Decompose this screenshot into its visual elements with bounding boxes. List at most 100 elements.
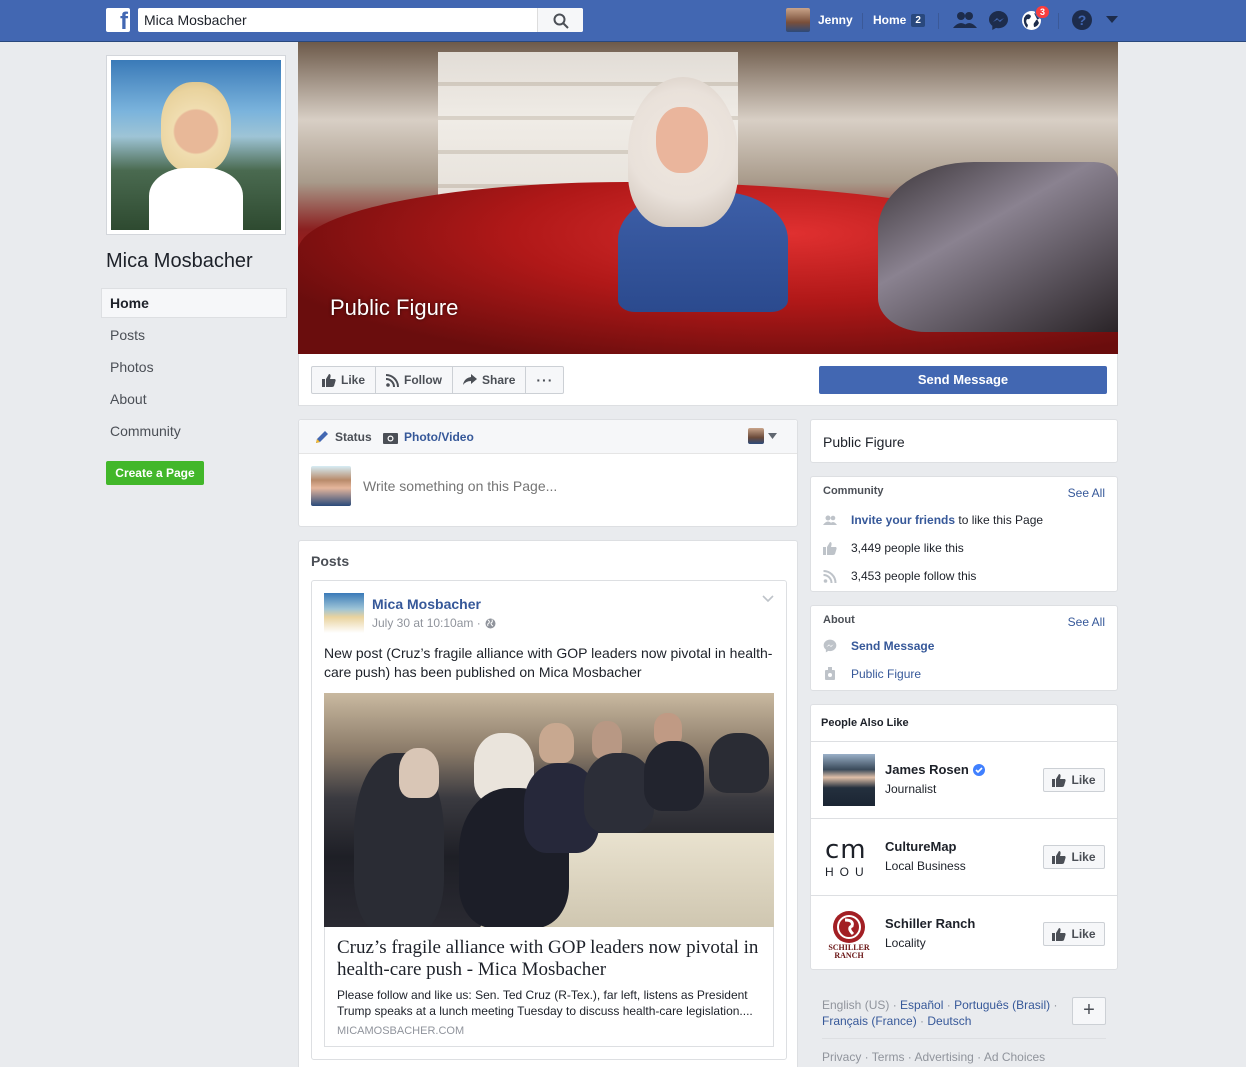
- community-see-all-link[interactable]: See All: [1068, 486, 1105, 500]
- search-box: [138, 8, 583, 32]
- tab-photo-video[interactable]: Photo/Video: [383, 430, 474, 444]
- like-suggested-page-button[interactable]: Like: [1043, 922, 1105, 946]
- left-nav-home[interactable]: Home: [101, 288, 287, 318]
- create-page-button[interactable]: Create a Page: [106, 461, 204, 485]
- post-composer: Status Photo/Video: [298, 419, 798, 527]
- search-icon: [553, 13, 569, 29]
- suggested-page-category: Locality: [885, 936, 926, 950]
- language-link[interactable]: Deutsch: [927, 1014, 971, 1028]
- left-nav-about[interactable]: About: [101, 384, 287, 414]
- post-as-selector[interactable]: [748, 428, 777, 444]
- post-card: Mica Mosbacher July 30 at 10:10am · New …: [311, 580, 787, 1060]
- about-category-link[interactable]: Public Figure: [851, 667, 921, 681]
- profile-picture[interactable]: [106, 55, 286, 235]
- about-category-row: Public Figure: [823, 667, 921, 681]
- post-timestamp[interactable]: July 30 at 10:10am ·: [372, 616, 496, 630]
- friend-requests-icon[interactable]: [953, 10, 977, 30]
- page-action-bar: Like Follow Share ··· Send Message: [298, 354, 1118, 406]
- share-label: Share: [482, 373, 516, 387]
- ranch-brand-icon: [833, 911, 865, 943]
- link-domain: MICAMOSBACHER.COM: [337, 1025, 465, 1037]
- people-also-like-title: People Also Like: [821, 717, 909, 729]
- badge-icon: [825, 667, 835, 680]
- posts-section-title: Posts: [311, 553, 350, 569]
- post-options-chevron-icon[interactable]: [762, 595, 774, 603]
- follow-label: Follow: [404, 373, 443, 387]
- invite-friends-link[interactable]: Invite your friends: [851, 513, 955, 527]
- suggested-page-name[interactable]: Schiller Ranch: [885, 916, 975, 931]
- language-list: English (US) · Español · Português (Bras…: [822, 998, 1058, 1028]
- culturemap-logo[interactable]: cm HOU: [823, 831, 875, 883]
- suggested-page-item: James Rosen Journalist Like: [811, 741, 1117, 818]
- post-text: New post (Cruz’s fragile alliance with G…: [324, 645, 773, 680]
- share-button[interactable]: Share: [453, 367, 527, 393]
- avatar: [311, 466, 351, 506]
- suggested-page-item: cm HOU CultureMap Local Business Like: [811, 818, 1117, 895]
- pencil-icon: [316, 431, 328, 443]
- suggested-page-name[interactable]: James Rosen: [885, 762, 985, 777]
- nav-home-link[interactable]: Home 2: [873, 13, 925, 27]
- like-label: Like: [341, 373, 366, 387]
- rss-icon: [823, 569, 837, 583]
- help-icon[interactable]: ?: [1071, 9, 1093, 31]
- likes-count: 3,449 people like this: [851, 541, 964, 555]
- follow-button[interactable]: Follow: [376, 367, 454, 393]
- verified-badge-icon: [972, 763, 985, 776]
- link-title: Cruz’s fragile alliance with GOP leaders…: [337, 937, 759, 980]
- share-arrow-icon: [463, 374, 478, 385]
- action-buttons: Like Follow Share ···: [311, 366, 565, 394]
- thumbs-up-icon: [823, 541, 837, 555]
- language-link[interactable]: Português (Brasil): [954, 998, 1050, 1012]
- suggested-page-avatar[interactable]: [823, 754, 875, 806]
- language-link[interactable]: Français (France): [822, 1014, 917, 1028]
- page-title[interactable]: Mica Mosbacher: [106, 250, 253, 273]
- language-link[interactable]: Español: [900, 998, 943, 1012]
- nav-divider: [1058, 13, 1059, 29]
- about-see-all-link[interactable]: See All: [1068, 615, 1105, 629]
- like-suggested-page-button[interactable]: Like: [1043, 845, 1105, 869]
- profile-photo: [111, 60, 281, 230]
- link-preview-card[interactable]: Cruz’s fragile alliance with GOP leaders…: [324, 927, 774, 1047]
- post-link-image[interactable]: [324, 693, 774, 927]
- suggested-page-name[interactable]: CultureMap: [885, 839, 957, 854]
- invite-friends-row: Invite your friends to like this Page: [823, 513, 1043, 527]
- like-page-button[interactable]: Like: [312, 367, 377, 393]
- account-dropdown-icon[interactable]: [1106, 16, 1118, 24]
- posts-section: Posts Mica Mosbacher July 30 at 10:10am …: [298, 540, 798, 1067]
- like-suggested-page-button[interactable]: Like: [1043, 768, 1105, 792]
- left-nav-photos[interactable]: Photos: [101, 352, 287, 382]
- thumbs-up-icon: [322, 373, 336, 387]
- thumbs-up-icon: [1052, 850, 1067, 864]
- search-input[interactable]: [138, 8, 538, 32]
- composer-input[interactable]: [363, 478, 783, 494]
- nav-profile-link[interactable]: Jenny: [786, 7, 853, 33]
- left-nav-posts[interactable]: Posts: [101, 320, 287, 350]
- camera-icon: [383, 432, 398, 444]
- post-author-link[interactable]: Mica Mosbacher: [372, 596, 481, 612]
- left-nav-community[interactable]: Community: [101, 416, 287, 446]
- schiller-ranch-logo[interactable]: SCHILLER RANCH: [823, 908, 875, 960]
- community-card: Community See All Invite your friends to…: [810, 476, 1118, 592]
- tab-status[interactable]: Status: [315, 430, 372, 444]
- follows-row: 3,453 people follow this: [823, 569, 976, 583]
- facebook-logo[interactable]: f: [106, 8, 130, 32]
- suggested-page-item: SCHILLER RANCH Schiller Ranch Locality L…: [811, 895, 1117, 972]
- about-title: About: [823, 614, 855, 626]
- about-send-message-link[interactable]: Send Message: [851, 639, 934, 653]
- messenger-icon[interactable]: [988, 10, 1009, 31]
- footer-links[interactable]: Privacy · Terms · Advertising · Ad Choic…: [822, 1050, 1045, 1064]
- suggested-page-category: Local Business: [885, 859, 966, 873]
- send-message-button[interactable]: Send Message: [819, 366, 1107, 394]
- photo-video-label: Photo/Video: [404, 430, 474, 444]
- nav-user-name: Jenny: [818, 13, 853, 27]
- cover-photo[interactable]: Public Figure: [298, 42, 1118, 354]
- more-languages-button[interactable]: +: [1072, 997, 1106, 1025]
- avatar[interactable]: [324, 593, 364, 633]
- nav-home-label: Home: [873, 13, 907, 27]
- search-button[interactable]: [537, 8, 583, 32]
- rss-icon: [386, 373, 400, 387]
- globe-icon: [485, 618, 496, 628]
- more-options-button[interactable]: ···: [526, 367, 563, 393]
- composer-tabs: Status Photo/Video: [299, 420, 797, 454]
- svg-text:?: ?: [1078, 12, 1087, 28]
